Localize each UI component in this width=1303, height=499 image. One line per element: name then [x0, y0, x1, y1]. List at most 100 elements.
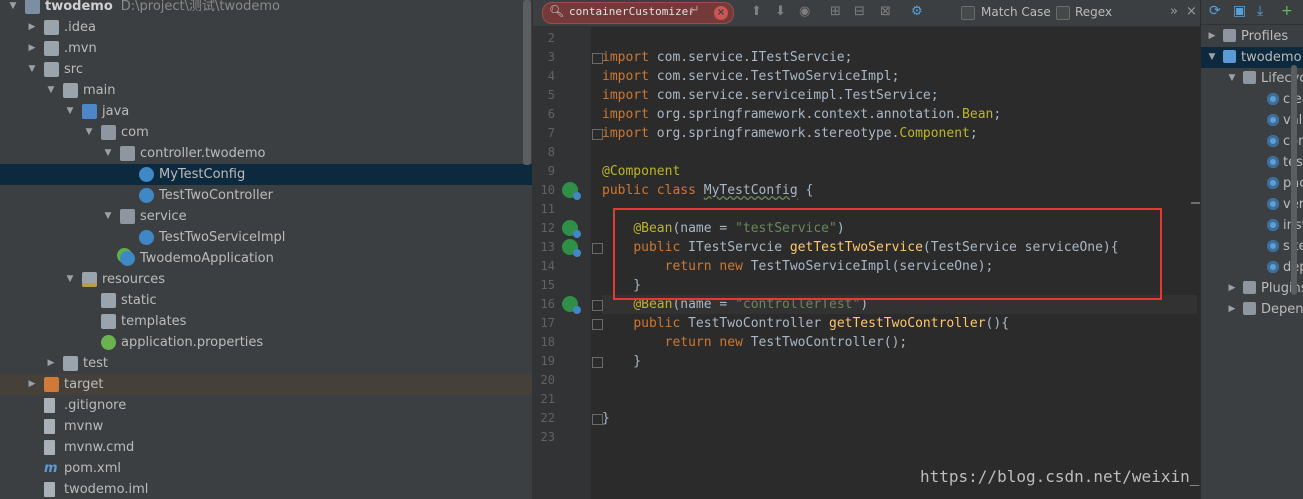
code-line[interactable]: public class MyTestConfig {: [602, 181, 813, 200]
fold-marker-icon[interactable]: [592, 319, 603, 330]
maven-item-deploy[interactable]: deploy: [1201, 257, 1303, 278]
line-number[interactable]: 4: [533, 67, 555, 86]
clear-search-icon[interactable]: ×: [714, 6, 728, 20]
line-number[interactable]: 23: [533, 428, 555, 447]
maven-item-plugins[interactable]: ▶ Plugins: [1201, 278, 1303, 299]
code-line[interactable]: }: [602, 352, 641, 371]
line-number[interactable]: 17: [533, 314, 555, 333]
line-number[interactable]: 22: [533, 409, 555, 428]
tree-item-templates[interactable]: templates: [0, 311, 532, 332]
line-number[interactable]: 5: [533, 86, 555, 105]
tree-item-test[interactable]: ▶ test: [0, 353, 532, 374]
code-line[interactable]: public TestTwoController getTestTwoContr…: [602, 314, 1009, 333]
line-number[interactable]: 3: [533, 48, 555, 67]
line-number[interactable]: 9: [533, 162, 555, 181]
tree-item-twodemoapplication[interactable]: TwodemoApplication: [0, 248, 532, 269]
tree-item-mvnw-cmd[interactable]: mvnw.cmd: [0, 437, 532, 458]
collapsed-arrow-icon[interactable]: ▶: [46, 353, 56, 374]
download-icon[interactable]: ⤓: [1257, 3, 1263, 19]
maven-item-test[interactable]: test: [1201, 152, 1303, 173]
tree-item-static[interactable]: static: [0, 290, 532, 311]
fold-marker-icon[interactable]: [592, 357, 603, 368]
fold-marker-icon[interactable]: [592, 414, 603, 425]
expanded-arrow-icon[interactable]: ▼: [65, 101, 75, 122]
expanded-arrow-icon[interactable]: ▼: [8, 0, 18, 17]
tree-item-mytestconfig[interactable]: MyTestConfig: [0, 164, 532, 185]
maven-scrollbar[interactable]: [1291, 65, 1297, 295]
tree-item-controller-twodemo[interactable]: ▼ controller.twodemo: [0, 143, 532, 164]
maven-item-profiles[interactable]: ▶ Profiles: [1201, 26, 1303, 47]
find-all-icon[interactable]: ◉: [799, 4, 810, 19]
maven-item-install[interactable]: install: [1201, 215, 1303, 236]
code-line[interactable]: import com.service.TestTwoServiceImpl;: [602, 67, 899, 86]
next-occurrence-icon[interactable]: ⬇: [775, 4, 786, 19]
fold-marker-icon[interactable]: [592, 243, 603, 254]
code-line[interactable]: return new TestTwoController();: [602, 333, 908, 352]
generate-sources-icon[interactable]: ▣: [1233, 3, 1246, 19]
expanded-arrow-icon[interactable]: ▼: [1207, 47, 1217, 68]
more-options-icon[interactable]: »: [1170, 4, 1178, 19]
collapsed-arrow-icon[interactable]: ▶: [1207, 26, 1217, 47]
expanded-arrow-icon[interactable]: ▼: [1227, 68, 1237, 89]
tree-item-resources[interactable]: ▼ resources: [0, 269, 532, 290]
search-input[interactable]: containerCustomizer: [569, 5, 695, 18]
maven-item-twodemo[interactable]: ▼ twodemo: [1201, 47, 1303, 68]
filter-settings-icon[interactable]: ⚙: [911, 4, 923, 19]
expanded-arrow-icon[interactable]: ▼: [46, 80, 56, 101]
tree-item-twodemo-iml[interactable]: twodemo.iml: [0, 479, 532, 499]
maven-item-package[interactable]: package: [1201, 173, 1303, 194]
expanded-arrow-icon[interactable]: ▼: [103, 143, 113, 164]
spring-bean-gutter-icon[interactable]: [562, 182, 581, 200]
code-line[interactable]: @Component: [602, 162, 680, 181]
code-line[interactable]: }: [602, 409, 610, 428]
maven-item-compile[interactable]: compile: [1201, 131, 1303, 152]
maven-item-verify[interactable]: verify: [1201, 194, 1303, 215]
add-selection-icon[interactable]: ⊞: [830, 4, 841, 19]
line-number[interactable]: 18: [533, 333, 555, 352]
expanded-arrow-icon[interactable]: ▼: [27, 59, 37, 80]
line-number[interactable]: 20: [533, 371, 555, 390]
collapsed-arrow-icon[interactable]: ▶: [1227, 299, 1237, 320]
line-number[interactable]: 15: [533, 276, 555, 295]
tree-item-java[interactable]: ▼ java: [0, 101, 532, 122]
expanded-arrow-icon[interactable]: ▼: [103, 206, 113, 227]
add-project-icon[interactable]: +: [1281, 3, 1293, 19]
spring-bean-gutter-icon[interactable]: [562, 220, 581, 238]
line-number[interactable]: 10: [533, 181, 555, 200]
line-number[interactable]: 8: [533, 143, 555, 162]
regex-checkbox[interactable]: [1056, 6, 1070, 20]
tree-item-pom-xml[interactable]: m pom.xml: [0, 458, 532, 479]
code-line[interactable]: import org.springframework.stereotype.Co…: [602, 124, 978, 143]
regex-label[interactable]: Regex: [1075, 5, 1112, 19]
search-icon[interactable]: 🔍︎: [549, 4, 564, 18]
line-number[interactable]: 14: [533, 257, 555, 276]
tree-scrollbar[interactable]: [523, 0, 531, 165]
line-number[interactable]: 16: [533, 295, 555, 314]
maven-item-lifecycle[interactable]: ▼Lifecycle: [1201, 68, 1303, 89]
fold-marker-icon[interactable]: [592, 53, 603, 64]
error-stripe-marker[interactable]: [1191, 202, 1200, 204]
match-case-label[interactable]: Match Case: [981, 5, 1051, 19]
code-line[interactable]: import com.service.ITestServcie;: [602, 48, 852, 67]
tree-item--idea[interactable]: ▶ .idea: [0, 17, 532, 38]
code-line[interactable]: import com.service.serviceimpl.TestServi…: [602, 86, 939, 105]
line-number[interactable]: 7: [533, 124, 555, 143]
search-field[interactable]: 🔍︎ containerCustomizer ↵ ×: [542, 2, 734, 24]
maven-item-dependencies[interactable]: ▶ Dependencies: [1201, 299, 1303, 320]
code-line[interactable]: import org.springframework.context.annot…: [602, 105, 1001, 124]
collapsed-arrow-icon[interactable]: ▶: [27, 374, 37, 395]
line-number[interactable]: 11: [533, 200, 555, 219]
maven-item-site[interactable]: site: [1201, 236, 1303, 257]
collapsed-arrow-icon[interactable]: ▶: [27, 17, 37, 38]
tree-item-com[interactable]: ▼ com: [0, 122, 532, 143]
maven-item-validate[interactable]: validate: [1201, 110, 1303, 131]
tree-item-twodemo[interactable]: ▼ twodemo D:\project\测试\twodemo: [0, 0, 532, 17]
maven-item-clean[interactable]: clean: [1201, 89, 1303, 110]
new-line-icon[interactable]: ↵: [689, 3, 700, 18]
line-number[interactable]: 2: [533, 29, 555, 48]
tree-item-target[interactable]: ▶ target: [0, 374, 532, 395]
expanded-arrow-icon[interactable]: ▼: [84, 122, 94, 143]
tree-item-service[interactable]: ▼ service: [0, 206, 532, 227]
line-number[interactable]: 19: [533, 352, 555, 371]
previous-occurrence-icon[interactable]: ⬆: [751, 4, 762, 19]
